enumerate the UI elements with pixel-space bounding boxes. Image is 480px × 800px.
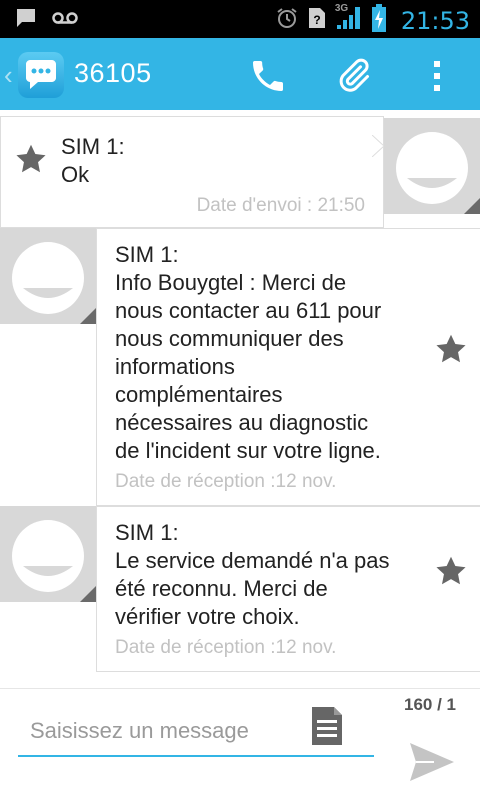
message-line: nous communiquer des [115, 326, 344, 351]
message-timestamp: Date de réception :12 nov. [115, 637, 337, 658]
star-icon[interactable] [433, 553, 469, 589]
message-line: de l'incident sur votre ligne. [115, 438, 381, 463]
conversation-title: 36105 [74, 58, 152, 88]
message-bubble: SIM 1: Le service demandé n'a pas été re… [96, 506, 480, 672]
message-timestamp: Date de réception :12 nov. [115, 471, 337, 492]
character-counter: 160 / 1 [404, 695, 456, 714]
star-icon[interactable] [13, 141, 49, 177]
message-notification-icon [16, 8, 36, 33]
message-line: informations [115, 354, 235, 379]
message-body: Ok [61, 162, 90, 187]
message-timestamp: Date d'envoi : 21:50 [196, 195, 365, 216]
battery-charging-icon [371, 4, 387, 37]
message-item-received[interactable]: SIM 1: Info Bouygtel : Merci de nous con… [0, 228, 480, 506]
avatar[interactable] [384, 118, 480, 214]
message-bubble: SIM 1: Ok Date d'envoi : 21:50 [0, 116, 384, 228]
messaging-app-icon[interactable] [18, 52, 64, 98]
message-line: Info Bouygtel : Merci de [115, 270, 347, 295]
message-line: Le service demandé n'a pas [115, 548, 390, 573]
message-item-received[interactable]: SIM 1: Le service demandé n'a pas été re… [0, 506, 480, 672]
avatar[interactable] [0, 506, 96, 602]
action-bar: ‹ 36105 [0, 38, 480, 110]
back-chevron-icon[interactable]: ‹ [4, 60, 13, 91]
message-sender: SIM 1: [61, 134, 125, 159]
signal-icon: 3G [334, 3, 363, 36]
star-icon[interactable] [433, 331, 469, 367]
template-icon[interactable] [310, 705, 350, 749]
bubble-pointer [372, 135, 384, 157]
conversation-list[interactable]: SIM 1: Ok Date d'envoi : 21:50 SIM 1: In… [0, 110, 480, 688]
message-line: nécessaires au diagnostic [115, 410, 369, 435]
status-bar: ? 3G 21:53 [0, 0, 480, 38]
svg-text:?: ? [313, 13, 320, 27]
network-type-label: 3G [334, 3, 349, 14]
phone-icon[interactable] [246, 54, 290, 98]
message-line: nous contacter au 611 pour [115, 298, 382, 323]
message-bubble: SIM 1: Info Bouygtel : Merci de nous con… [96, 228, 480, 506]
attach-icon[interactable] [331, 54, 375, 98]
overflow-menu-icon[interactable] [415, 54, 459, 98]
clock: 21:53 [400, 6, 470, 35]
message-line: complémentaires [115, 382, 283, 407]
message-sender: SIM 1: [115, 242, 179, 267]
message-sender: SIM 1: [115, 520, 179, 545]
send-icon[interactable] [408, 741, 458, 785]
voicemail-icon [52, 10, 78, 31]
alarm-icon [275, 6, 299, 35]
message-line: vérifier votre choix. [115, 604, 300, 629]
no-sim-icon: ? [307, 6, 327, 35]
compose-bar: 160 / 1 [0, 688, 480, 800]
message-line: été reconnu. Merci de [115, 576, 328, 601]
avatar[interactable] [0, 228, 96, 324]
